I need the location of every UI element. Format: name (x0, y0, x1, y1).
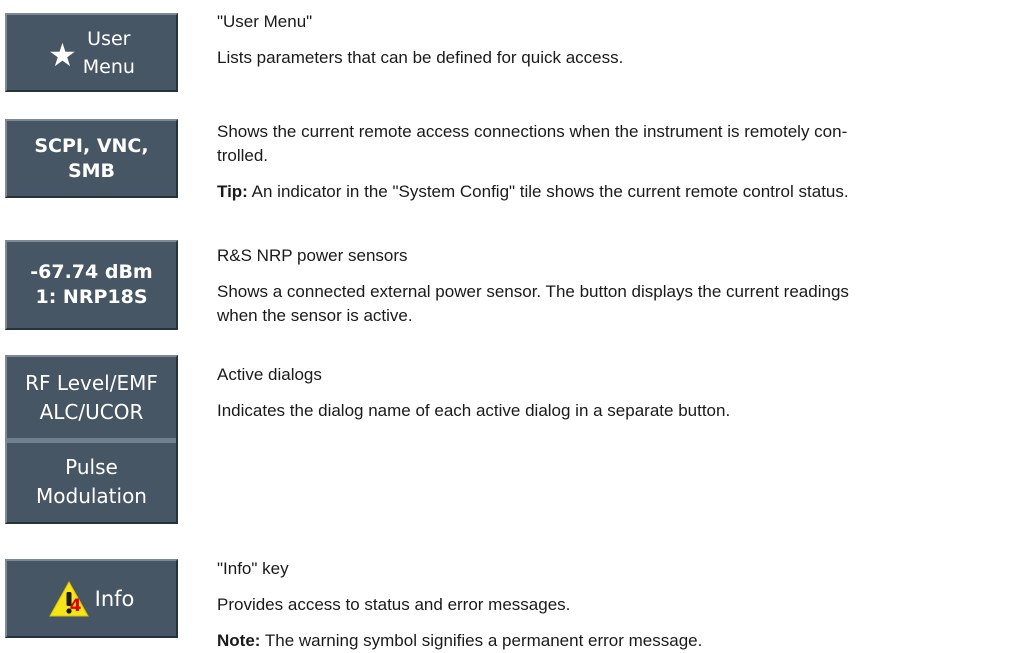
tip-label: Tip: (217, 182, 248, 201)
note-text: The warning symbol signifies a permanent… (260, 631, 703, 650)
active-dialogs-text: Indicates the dialog name of each active… (217, 401, 731, 420)
power-sensor-text: Shows a connected external power sensor.… (217, 280, 1002, 328)
info-button-label: Info (94, 586, 135, 611)
active-dialogs-buttons: RF Level/EMF ALC/UCOR Pulse Modulation (5, 355, 178, 524)
rf-level-dialog-label-line1: RF Level/EMF (25, 370, 158, 395)
remote-access-text-line2: trolled. (217, 146, 269, 165)
pulse-modulation-dialog-button[interactable]: Pulse Modulation (7, 443, 176, 521)
remote-access-description: Shows the current remote access connecti… (217, 120, 1002, 204)
user-menu-text: Lists parameters that can be defined for… (217, 48, 624, 67)
user-menu-heading: "User Menu" (217, 12, 313, 31)
rf-level-dialog-label-line2: ALC/UCOR (39, 399, 144, 424)
remote-access-label-line2: SMB (67, 159, 116, 182)
user-menu-label-line2: Menu (82, 55, 135, 78)
pulse-modulation-label-line2: Modulation (36, 484, 147, 508)
error-count-badge: 4 (69, 595, 82, 616)
power-sensor-name: 1: NRP18S (35, 286, 148, 308)
info-key-description: "Info" key Provides access to status and… (217, 557, 1002, 653)
pulse-modulation-label-line1: Pulse (65, 455, 118, 479)
info-button[interactable]: 4 Info (5, 559, 178, 638)
star-icon: ★ (48, 35, 77, 74)
remote-access-label-line1: SCPI, VNC, (34, 134, 149, 157)
remote-access-tip: Tip: An indicator in the "System Config"… (217, 180, 1002, 204)
tip-text: An indicator in the "System Config" tile… (247, 182, 849, 201)
remote-access-button[interactable]: SCPI, VNC, SMB (5, 119, 178, 198)
note-label: Note: (217, 631, 261, 650)
power-sensor-text-line2: when the sensor is active. (217, 306, 413, 325)
warning-icon: 4 (48, 580, 89, 617)
info-key-text: Provides access to status and error mess… (217, 595, 571, 614)
remote-access-text-line1: Shows the current remote access connecti… (217, 122, 848, 141)
remote-access-text: Shows the current remote access connecti… (217, 120, 1002, 168)
active-dialogs-heading: Active dialogs (217, 365, 322, 384)
user-menu-button[interactable]: ★ User Menu (5, 13, 178, 92)
power-sensor-description: R&S NRP power sensors Shows a connected … (217, 244, 1002, 328)
active-dialogs-description: Active dialogs Indicates the dialog name… (217, 363, 1002, 423)
power-sensor-reading: -67.74 dBm (30, 261, 153, 283)
user-menu-description: "User Menu" Lists parameters that can be… (217, 10, 1002, 70)
power-sensor-heading: R&S NRP power sensors (217, 246, 408, 265)
user-menu-label-line1: User (87, 27, 131, 50)
power-sensor-button[interactable]: -67.74 dBm 1: NRP18S (5, 240, 178, 330)
info-key-note: Note: The warning symbol signifies a per… (217, 629, 1002, 653)
info-key-heading: "Info" key (217, 559, 289, 578)
power-sensor-text-line1: Shows a connected external power sensor.… (217, 282, 849, 301)
rf-level-dialog-button[interactable]: RF Level/EMF ALC/UCOR (7, 357, 176, 438)
